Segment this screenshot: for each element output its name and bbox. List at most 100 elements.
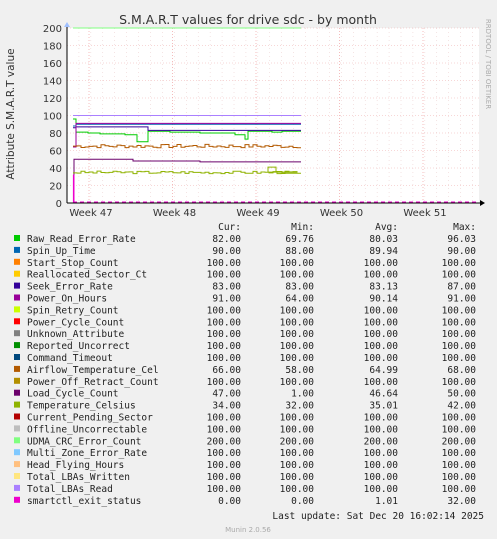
y-tick-label: 40 (49, 164, 62, 175)
legend-value-cur: 100.00 (207, 484, 242, 495)
legend-value-min: 100.00 (280, 353, 315, 364)
legend-swatch (14, 318, 20, 325)
legend-value-max: 100.00 (442, 460, 477, 471)
legend-value-max: 100.00 (442, 341, 477, 352)
legend-value-avg: 100.00 (364, 413, 399, 424)
legend-value-cur: 100.00 (207, 413, 242, 424)
legend: Cur: Min: Avg: Max: Raw_Read_Error_Rate 82.00… (14, 222, 476, 507)
legend-series-name: Airflow_Temperature_Cel (27, 365, 159, 376)
y-tick-label: 60 (49, 147, 62, 158)
legend-value-cur: 100.00 (207, 317, 242, 328)
legend-value-max: 200.00 (442, 436, 477, 447)
legend-value-avg: 200.00 (364, 436, 399, 447)
chart-title: S.M.A.R.T values for drive sdc - by mont… (119, 12, 377, 27)
legend-swatch (14, 330, 20, 337)
legend-value-max: 100.00 (442, 305, 477, 316)
legend-value-cur: 100.00 (207, 448, 242, 459)
y-tick-label: 20 (49, 182, 62, 193)
y-tick-label: 80 (49, 129, 62, 140)
legend-value-cur: 100.00 (207, 377, 242, 388)
legend-series-name: Total_LBAs_Written (27, 472, 130, 483)
legend-series-name: Power_Cycle_Count (27, 317, 124, 328)
rrdtool-credit: RRDTOOL / TOBI OETIKER (484, 19, 492, 109)
y-tick-label: 0 (56, 199, 62, 210)
legend-series-name: Power_Off_Retract_Count (27, 377, 159, 388)
legend-value-cur: 82.00 (212, 234, 241, 245)
legend-value-avg: 64.99 (369, 365, 398, 376)
legend-value-max: 42.00 (447, 401, 476, 412)
legend-value-cur: 91.00 (212, 294, 241, 305)
legend-value-avg: 83.13 (369, 282, 398, 293)
x-tick-label: Week 48 (153, 208, 196, 219)
legend-value-min: 100.00 (280, 472, 315, 483)
legend-swatch (14, 365, 20, 372)
legend-series-name: Reported_Uncorrect (27, 341, 130, 352)
x-tick-label: Week 50 (320, 208, 363, 219)
legend-series-name: Total_LBAs_Read (27, 484, 113, 495)
legend-value-min: 32.00 (285, 401, 314, 412)
legend-series-name: Command_Timeout (27, 353, 113, 364)
legend-value-avg: 100.00 (364, 305, 399, 316)
legend-value-avg: 100.00 (364, 353, 399, 364)
legend-value-max: 91.00 (447, 294, 476, 305)
legend-value-min: 100.00 (280, 413, 315, 424)
legend-column-header: Avg: (375, 222, 398, 233)
legend-value-min: 200.00 (280, 436, 315, 447)
legend-swatch (14, 496, 20, 503)
legend-value-avg: 100.00 (364, 424, 399, 435)
legend-value-min: 64.00 (285, 294, 314, 305)
legend-swatch (14, 235, 20, 241)
legend-value-avg: 100.00 (364, 258, 399, 269)
legend-value-avg: 80.03 (369, 234, 398, 245)
legend-value-avg: 100.00 (364, 460, 399, 471)
legend-value-min: 0.00 (291, 496, 314, 507)
legend-series-name: UDMA_CRC_Error_Count (27, 436, 141, 447)
legend-series-name: Load_Cycle_Count (27, 389, 119, 400)
x-tick-label: Week 51 (403, 208, 446, 219)
legend-value-max: 100.00 (442, 317, 477, 328)
legend-value-min: 100.00 (280, 460, 315, 471)
legend-value-avg: 100.00 (364, 484, 399, 495)
legend-value-min: 58.00 (285, 365, 314, 376)
legend-swatch (14, 246, 20, 253)
legend-value-cur: 47.00 (212, 389, 241, 400)
legend-series-name: Multi_Zone_Error_Rate (27, 448, 147, 459)
legend-series-name: Temperature_Celsius (27, 401, 136, 412)
legend-value-max: 68.00 (447, 365, 476, 376)
legend-series-name: Head_Flying_Hours (27, 460, 124, 471)
legend-value-avg: 100.00 (364, 317, 399, 328)
y-tick-label: 140 (43, 77, 62, 88)
legend-value-min: 100.00 (280, 270, 315, 281)
legend-value-max: 100.00 (442, 484, 477, 495)
legend-value-max: 100.00 (442, 377, 477, 388)
y-tick-label: 120 (43, 94, 62, 105)
legend-swatch (14, 294, 20, 301)
legend-value-min: 88.00 (285, 246, 314, 257)
smart-chart: S.M.A.R.T values for drive sdc - by mont… (5, 12, 492, 534)
legend-series-name: Unknown_Attribute (27, 329, 125, 340)
legend-series-name: Current_Pending_Sector (27, 413, 153, 424)
legend-value-min: 100.00 (280, 317, 315, 328)
legend-value-max: 87.00 (447, 282, 476, 293)
y-tick-label: 160 (43, 59, 62, 70)
legend-value-avg: 100.00 (364, 448, 399, 459)
y-axis-label: Attribute S.M.A.R.T value (5, 48, 17, 179)
legend-value-min: 100.00 (280, 258, 315, 269)
legend-value-avg: 100.00 (364, 329, 399, 340)
legend-value-cur: 100.00 (207, 472, 242, 483)
legend-series-name: smartctl_exit_status (27, 496, 141, 507)
legend-value-avg: 100.00 (364, 472, 399, 483)
legend-swatch (14, 413, 20, 420)
legend-value-cur: 100.00 (207, 329, 242, 340)
last-update: Last update: Sat Dec 20 16:02:14 2025 (272, 511, 484, 522)
legend-swatch (14, 258, 20, 265)
x-tick-labels: Week 47 Week 48 Week 49 Week 50 Week 51 (69, 208, 446, 219)
munin-version: Munin 2.0.56 (225, 526, 271, 534)
legend-value-max: 90.00 (447, 246, 476, 257)
legend-value-cur: 66.00 (212, 365, 241, 376)
legend-value-cur: 90.00 (212, 246, 241, 257)
legend-value-cur: 100.00 (207, 258, 242, 269)
legend-value-min: 100.00 (280, 305, 315, 316)
legend-value-cur: 100.00 (207, 341, 242, 352)
legend-swatch (14, 282, 20, 289)
